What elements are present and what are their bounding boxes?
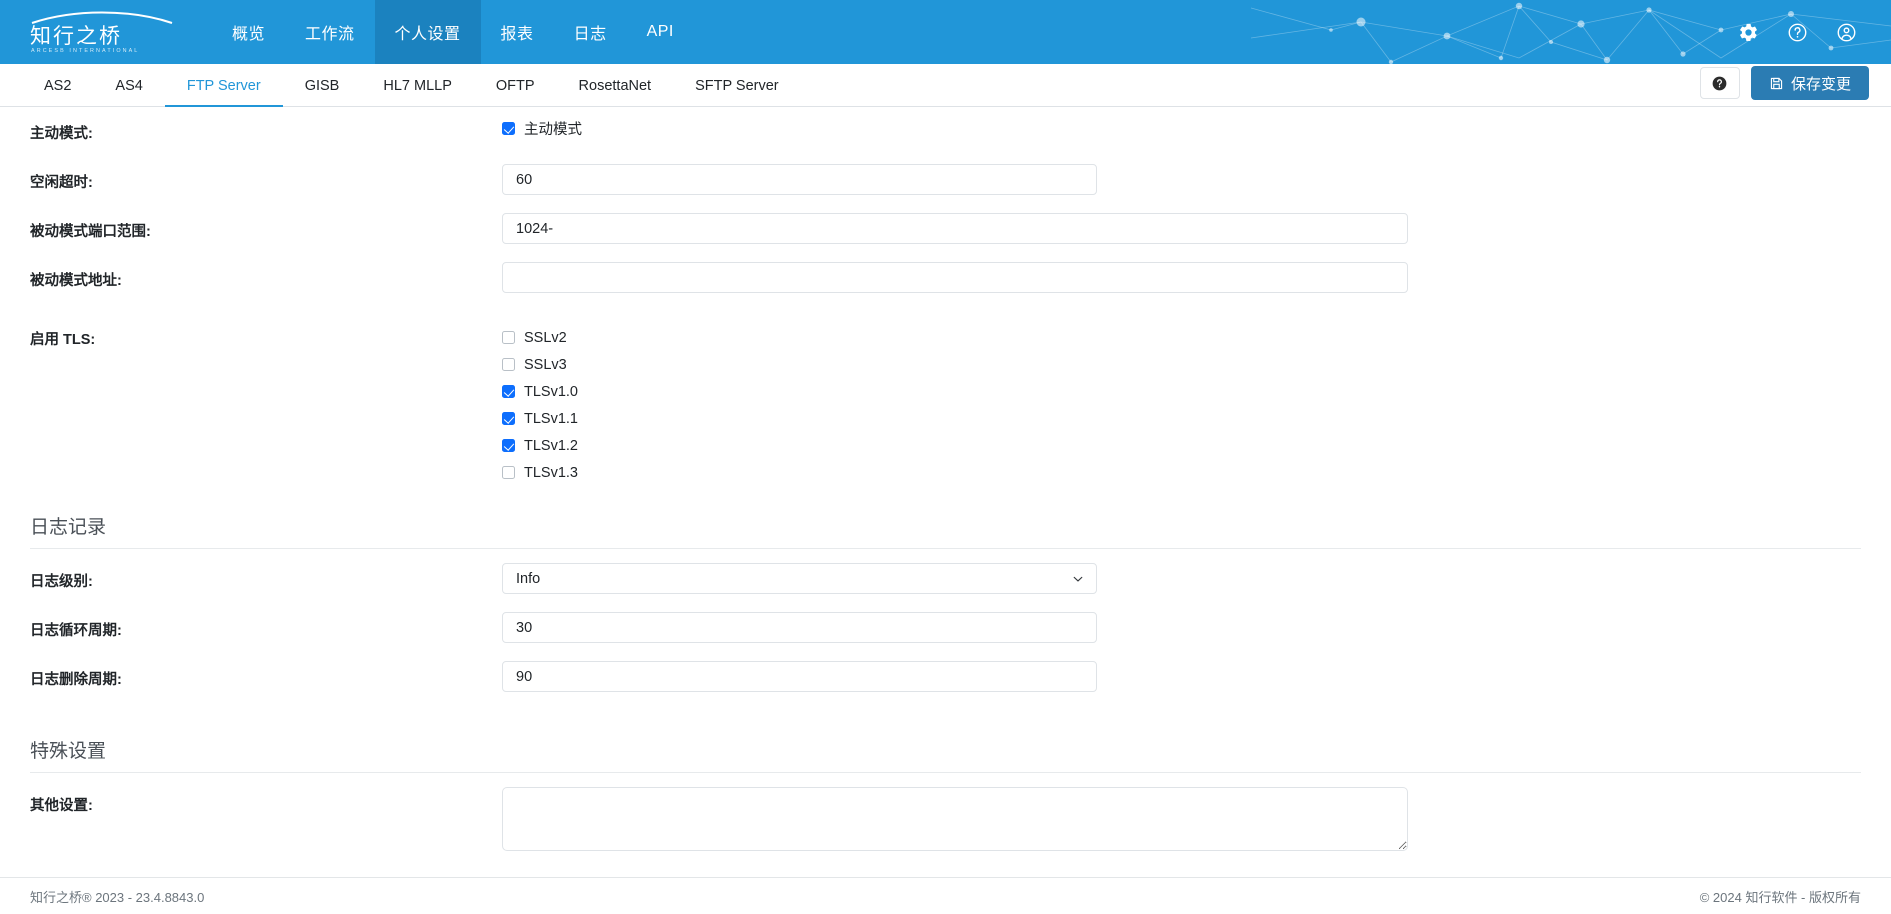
checkbox-group-tls-versions: SSLv2 SSLv3 TLSv1.0 TLSv1.1 TLSv1.2 TLSv…	[502, 321, 1861, 486]
tab-hl7-mllp[interactable]: HL7 MLLP	[361, 78, 474, 107]
field-row-passive-port-range: 被动模式端口范围:	[0, 213, 1891, 262]
nav-overview[interactable]: 概览	[212, 0, 285, 64]
tab-sftp-server[interactable]: SFTP Server	[673, 78, 801, 107]
tab-as4[interactable]: AS4	[93, 78, 164, 107]
protocol-tabbar: AS2 AS4 FTP Server GISB HL7 MLLP OFTP Ro…	[0, 64, 1891, 107]
label-passive-address: 被动模式地址:	[30, 273, 122, 289]
checkbox-row-sslv3[interactable]: SSLv3	[502, 351, 1861, 378]
field-passive-address	[502, 262, 1891, 293]
field-row-log-level: 日志级别: Info	[0, 563, 1891, 612]
checkbox-label-sslv3[interactable]: SSLv3	[524, 357, 567, 373]
checkbox-row-tlsv10[interactable]: TLSv1.0	[502, 378, 1861, 405]
label-log-deletion: 日志删除周期:	[30, 672, 122, 688]
question-circle-icon	[1712, 76, 1727, 91]
checkbox-label-tlsv13[interactable]: TLSv1.3	[524, 465, 578, 481]
tab-list: AS2 AS4 FTP Server GISB HL7 MLLP OFTP Ro…	[0, 78, 801, 107]
settings-content: 主动模式: 主动模式 空闲超时: 被动模式端口范围: 被动模式地址: 启用 TL…	[0, 107, 1891, 907]
checkbox-tlsv11[interactable]	[502, 412, 515, 425]
input-log-rotation[interactable]	[502, 612, 1097, 643]
label-log-rotation: 日志循环周期:	[30, 623, 122, 639]
footer-copyright-text: © 2024 知行软件 - 版权所有	[1699, 889, 1861, 905]
checkbox-label-tlsv11[interactable]: TLSv1.1	[524, 411, 578, 427]
checkbox-row-tlsv11[interactable]: TLSv1.1	[502, 405, 1861, 432]
field-row-log-rotation: 日志循环周期:	[0, 612, 1891, 661]
nav-api[interactable]: API	[627, 0, 694, 64]
checkbox-label-sslv2[interactable]: SSLv2	[524, 330, 567, 346]
header-actions	[1738, 0, 1891, 64]
field-log-rotation	[502, 612, 1891, 643]
svg-text:ARCESB INTERNATIONAL: ARCESB INTERNATIONAL	[31, 48, 139, 54]
input-idle-timeout[interactable]	[502, 164, 1097, 195]
field-row-enable-tls: 启用 TLS: SSLv2 SSLv3 TLSv1.0 TLSv1.1 TLSv…	[0, 321, 1891, 486]
save-changes-label: 保存变更	[1790, 75, 1851, 93]
label-passive-port-range: 被动模式端口范围:	[30, 224, 151, 240]
checkbox-label-active-mode[interactable]: 主动模式	[524, 118, 582, 139]
save-changes-button[interactable]: 保存变更	[1750, 66, 1869, 100]
label-log-level: 日志级别:	[30, 574, 93, 590]
textarea-other-settings[interactable]	[502, 787, 1408, 851]
field-row-active-mode: 主动模式: 主动模式	[0, 115, 1891, 164]
help-circle-icon[interactable]	[1787, 22, 1808, 43]
app-logo[interactable]: 知行之桥 ARCESB INTERNATIONAL	[0, 0, 212, 64]
field-row-log-deletion: 日志删除周期:	[0, 661, 1891, 710]
app-header: 知行之桥 ARCESB INTERNATIONAL 概览 工作流 个人设置 报表…	[0, 0, 1891, 64]
select-wrapper-log-level: Info	[502, 563, 1097, 594]
nav-personal-settings[interactable]: 个人设置	[374, 0, 481, 64]
checkbox-row-tlsv12[interactable]: TLSv1.2	[502, 432, 1861, 459]
section-title-special: 特殊设置	[30, 736, 1861, 773]
checkbox-row-active-mode[interactable]: 主动模式	[502, 115, 1861, 142]
checkbox-sslv2[interactable]	[502, 331, 515, 344]
field-passive-port-range	[502, 213, 1891, 244]
checkbox-row-sslv2[interactable]: SSLv2	[502, 324, 1861, 351]
field-active-mode: 主动模式	[502, 115, 1891, 142]
field-row-passive-address: 被动模式地址:	[0, 262, 1891, 311]
gear-icon[interactable]	[1738, 22, 1759, 43]
checkbox-tlsv12[interactable]	[502, 439, 515, 452]
input-passive-address[interactable]	[502, 262, 1408, 293]
checkbox-row-tlsv13[interactable]: TLSv1.3	[502, 459, 1861, 486]
field-log-level: Info	[502, 563, 1891, 594]
checkbox-active-mode[interactable]	[502, 122, 515, 135]
select-log-level[interactable]: Info	[502, 563, 1097, 594]
footer-version-text: 知行之桥® 2023 - 23.4.8843.0	[30, 889, 205, 905]
label-enable-tls: 启用 TLS:	[30, 332, 96, 348]
input-log-deletion[interactable]	[502, 661, 1097, 692]
tab-oftp[interactable]: OFTP	[474, 78, 557, 107]
section-title-logging: 日志记录	[30, 512, 1861, 549]
label-active-mode: 主动模式:	[30, 126, 93, 142]
label-other-settings: 其他设置:	[30, 798, 93, 814]
field-other-settings	[502, 787, 1891, 856]
field-log-deletion	[502, 661, 1891, 692]
field-row-other-settings: 其他设置:	[0, 787, 1891, 856]
brand-logo-icon: 知行之桥 ARCESB INTERNATIONAL	[30, 11, 173, 54]
field-idle-timeout	[502, 164, 1891, 195]
tab-gisb[interactable]: GISB	[283, 78, 362, 107]
field-enable-tls: SSLv2 SSLv3 TLSv1.0 TLSv1.1 TLSv1.2 TLSv…	[502, 321, 1891, 486]
input-passive-port-range[interactable]	[502, 213, 1408, 244]
nav-reports[interactable]: 报表	[481, 0, 554, 64]
user-account-icon[interactable]	[1836, 22, 1857, 43]
checkbox-tlsv13[interactable]	[502, 466, 515, 479]
checkbox-tlsv10[interactable]	[502, 385, 515, 398]
field-row-idle-timeout: 空闲超时:	[0, 164, 1891, 213]
checkbox-label-tlsv12[interactable]: TLSv1.2	[524, 438, 578, 454]
tab-as2[interactable]: AS2	[22, 78, 93, 107]
primary-navigation: 概览 工作流 个人设置 报表 日志 API	[212, 0, 694, 64]
checkbox-sslv3[interactable]	[502, 358, 515, 371]
tab-ftp-server[interactable]: FTP Server	[164, 78, 283, 107]
label-idle-timeout: 空闲超时:	[30, 175, 93, 191]
tab-rosettanet[interactable]: RosettaNet	[557, 78, 674, 107]
nav-logs[interactable]: 日志	[554, 0, 627, 64]
tabbar-actions: 保存变更	[1699, 66, 1891, 106]
checkbox-label-tlsv10[interactable]: TLSv1.0	[524, 384, 578, 400]
nav-workflow[interactable]: 工作流	[285, 0, 375, 64]
help-button[interactable]	[1699, 67, 1740, 99]
app-footer: 知行之桥® 2023 - 23.4.8843.0 © 2024 知行软件 - 版…	[0, 877, 1891, 914]
svg-text:知行之桥: 知行之桥	[30, 25, 122, 48]
save-floppy-icon	[1769, 76, 1784, 91]
